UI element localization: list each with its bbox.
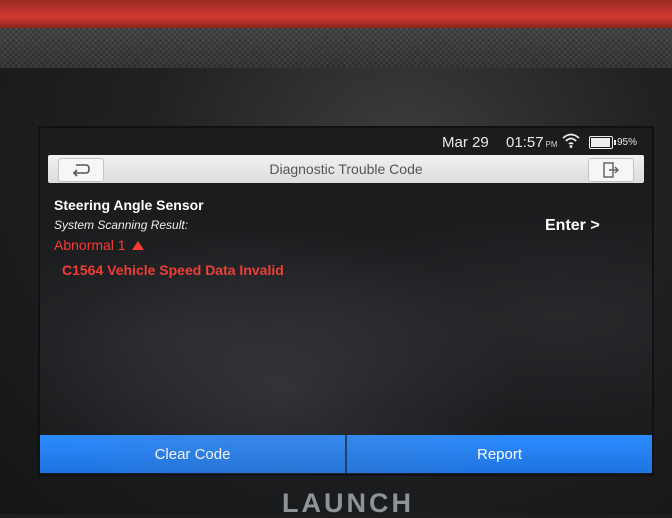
system-name: Steering Angle Sensor bbox=[54, 197, 204, 213]
wifi-icon bbox=[562, 133, 580, 148]
report-button[interactable]: Report bbox=[347, 435, 652, 473]
battery-percent: 95% bbox=[617, 137, 638, 148]
status-ampm: PM bbox=[545, 140, 558, 149]
enter-button[interactable]: Enter > bbox=[545, 217, 600, 235]
diagnostic-screen: Mar 29 01:57 PM 95% Diagnostic Trouble Co… bbox=[40, 128, 652, 474]
dtc-results: Steering Angle Sensor System Scanning Re… bbox=[40, 184, 652, 434]
device-top-edge bbox=[0, 0, 672, 30]
status-time: 01:57 PM bbox=[506, 134, 558, 151]
status-time-value: 01:57 bbox=[506, 134, 544, 151]
title-bar: Diagnostic Trouble Code bbox=[48, 155, 644, 183]
abnormal-count[interactable]: Abnormal 1 bbox=[54, 237, 144, 253]
triangle-up-icon bbox=[131, 241, 144, 250]
battery-icon bbox=[589, 136, 616, 149]
page-title: Diagnostic Trouble Code bbox=[269, 161, 423, 177]
clear-code-button[interactable]: Clear Code bbox=[40, 435, 345, 473]
dtc-item: C1564 Vehicle Speed Data Invalid bbox=[62, 262, 284, 278]
status-bar: Mar 29 01:57 PM 95% bbox=[40, 128, 652, 156]
device-bezel-texture bbox=[0, 28, 672, 70]
action-bar: Clear Code Report bbox=[40, 435, 652, 473]
status-date: Mar 29 bbox=[442, 134, 489, 151]
exit-button[interactable] bbox=[588, 158, 634, 182]
abnormal-label: Abnormal 1 bbox=[54, 237, 126, 253]
scan-result-label: System Scanning Result: bbox=[54, 218, 189, 232]
exit-icon bbox=[603, 162, 620, 178]
